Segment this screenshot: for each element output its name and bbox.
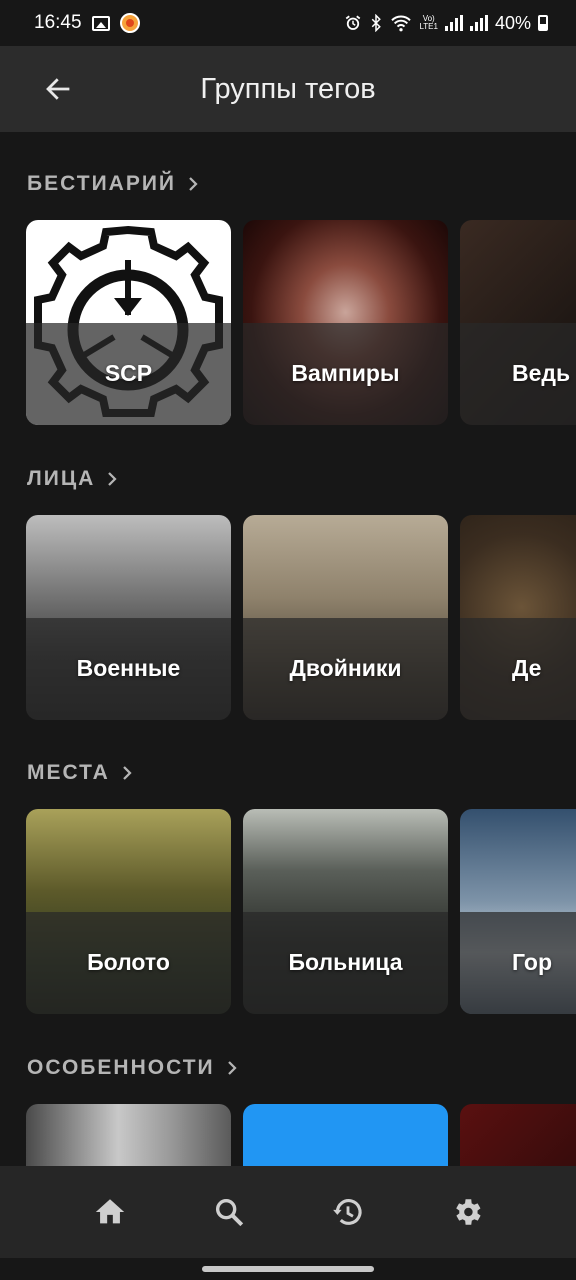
tag-card[interactable]: Больница	[243, 809, 448, 1014]
section-title: МЕСТА	[27, 761, 110, 784]
tag-card[interactable]: Двойники	[243, 515, 448, 720]
card-label: Ведь	[512, 360, 571, 386]
card-label: Двойники	[289, 655, 402, 681]
card-label: SCP	[104, 360, 153, 386]
app-bar: Группы тегов	[0, 46, 576, 132]
nav-history-button[interactable]	[316, 1180, 380, 1244]
bluetooth-icon	[372, 14, 382, 32]
chevron-right-icon	[189, 177, 198, 191]
arrow-back-icon	[46, 78, 70, 100]
section-title: ОСОБЕННОСТИ	[27, 1056, 215, 1079]
tag-card[interactable]: Де	[460, 515, 576, 720]
section-header[interactable]: МЕСТА	[27, 759, 136, 787]
back-button[interactable]	[28, 59, 88, 119]
status-right: Vo) LTE1 40%	[344, 13, 548, 34]
tag-card[interactable]: SCP	[26, 220, 231, 425]
app-notification-icon	[119, 13, 140, 33]
alarm-icon	[346, 15, 361, 30]
tag-card[interactable]: Болото	[26, 809, 231, 1014]
status-left: 16:45	[34, 12, 140, 34]
card-row: SCP Вампиры Ведь	[26, 220, 576, 425]
card-label: Болото	[87, 949, 170, 975]
home-icon	[95, 1199, 124, 1224]
section-header[interactable]: БЕСТИАРИЙ	[27, 170, 202, 198]
card-label: Де	[512, 655, 542, 681]
nav-search-button[interactable]	[197, 1180, 261, 1244]
battery-percent: 40%	[494, 12, 531, 33]
nav-settings-button[interactable]	[435, 1180, 499, 1244]
tag-card[interactable]: Военные	[26, 515, 231, 720]
chevron-right-icon	[108, 472, 117, 486]
history-icon	[332, 1199, 362, 1225]
tag-card[interactable]	[243, 1104, 448, 1166]
section-title: БЕСТИАРИЙ	[27, 172, 177, 195]
tag-card[interactable]: Ведь	[460, 220, 576, 425]
tag-card[interactable]: Гор	[460, 809, 576, 1014]
card-row: Болото Больница Гор	[26, 809, 576, 1014]
signal-2-icon	[469, 15, 488, 31]
network-type: Vo) LTE1	[419, 14, 438, 31]
tag-card[interactable]	[26, 1104, 231, 1166]
signal-icon	[444, 15, 463, 31]
home-gesture-bar[interactable]	[202, 1266, 374, 1272]
card-label: Вампиры	[291, 360, 400, 386]
bottom-navigation	[0, 1166, 576, 1258]
section-header[interactable]: ЛИЦА	[27, 465, 121, 493]
status-bar: 16:45 Vo) LTE1 40%	[0, 0, 576, 46]
gesture-area	[0, 1258, 576, 1280]
card-label: Военные	[76, 655, 181, 681]
section-header[interactable]: ОСОБЕННОСТИ	[27, 1054, 241, 1082]
search-icon	[215, 1198, 243, 1227]
settings-icon	[455, 1199, 481, 1225]
status-time: 16:45	[34, 12, 82, 33]
card-label: Гор	[512, 949, 552, 975]
tag-groups-list[interactable]: БЕСТИАРИЙ SCP Вампиры Ведь ЛИЦА Военные …	[0, 132, 576, 1166]
section-title: ЛИЦА	[27, 467, 96, 490]
card-label: Больница	[288, 949, 403, 975]
tag-card[interactable]: Вампиры	[243, 220, 448, 425]
chevron-right-icon	[227, 1061, 237, 1075]
tag-card[interactable]	[460, 1104, 576, 1166]
card-row	[26, 1104, 576, 1166]
gallery-notification-icon	[91, 15, 110, 31]
wifi-icon	[391, 15, 412, 32]
card-row: Военные Двойники Де	[26, 515, 576, 720]
chevron-right-icon	[123, 766, 132, 780]
nav-home-button[interactable]	[78, 1180, 142, 1244]
battery-icon	[538, 15, 548, 31]
